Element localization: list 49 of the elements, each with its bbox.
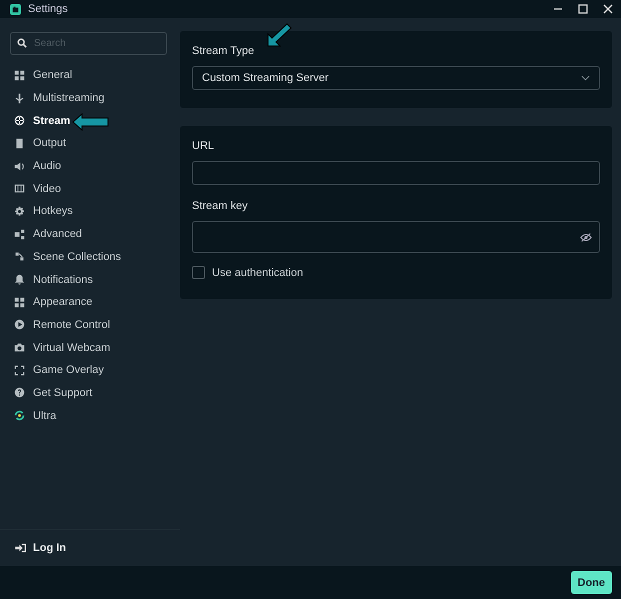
eye-slash-icon[interactable] bbox=[580, 233, 592, 242]
grid-icon bbox=[14, 70, 25, 81]
app-icon bbox=[10, 4, 21, 14]
sign-in-icon bbox=[15, 543, 27, 553]
globe-icon bbox=[14, 115, 25, 126]
sidebar-item[interactable]: Scene Collections bbox=[0, 246, 180, 268]
sidebar-item[interactable]: Multistreaming bbox=[0, 86, 180, 110]
film-icon bbox=[14, 183, 25, 194]
field-label: URL bbox=[192, 140, 216, 152]
checkbox[interactable] bbox=[192, 266, 205, 279]
field-label: Stream Type bbox=[192, 45, 256, 57]
maximize-icon[interactable] bbox=[578, 4, 588, 14]
sidebar-item[interactable]: Notifications bbox=[0, 268, 180, 291]
sidebar-item[interactable]: Remote Control bbox=[0, 314, 180, 336]
sidebar-item[interactable]: Video bbox=[0, 177, 180, 200]
question-icon bbox=[14, 387, 25, 398]
checkbox-label: Use authentication bbox=[212, 266, 304, 278]
sidebar-item[interactable]: Game Overlay bbox=[0, 358, 180, 382]
gear-icon bbox=[14, 206, 25, 217]
sidebar-item[interactable]: General bbox=[0, 64, 180, 87]
sidebar-item[interactable]: Stream bbox=[0, 109, 180, 132]
grid-icon bbox=[14, 296, 25, 308]
window-title: Settings bbox=[28, 3, 68, 15]
play-icon bbox=[14, 319, 25, 330]
annotation-arrow bbox=[72, 113, 110, 131]
field-label: Stream key bbox=[192, 200, 249, 212]
search-field[interactable]: Search bbox=[10, 32, 167, 55]
sidebar-item[interactable]: Ultra bbox=[0, 404, 180, 427]
bell-icon bbox=[14, 274, 25, 286]
stream-type-dropdown[interactable]: Custom Streaming Server bbox=[192, 66, 600, 90]
stream-key-field[interactable] bbox=[192, 221, 600, 253]
sidebar-item[interactable]: Virtual Webcam bbox=[0, 336, 180, 359]
sidebar-item[interactable]: Advanced bbox=[0, 222, 180, 246]
ring-icon bbox=[14, 410, 25, 422]
sidebar-item[interactable]: Get Support bbox=[0, 382, 180, 404]
sidebar-item[interactable]: Output bbox=[0, 132, 180, 155]
done-button[interactable]: Done bbox=[570, 571, 612, 594]
sidebar-item[interactable]: Appearance bbox=[0, 290, 180, 314]
login-link[interactable]: Log In bbox=[0, 542, 66, 554]
close-icon[interactable] bbox=[603, 4, 613, 14]
sidebar-item[interactable]: Audio bbox=[0, 154, 180, 178]
sidebar-item[interactable]: Hotkeys bbox=[0, 200, 180, 223]
corners-icon bbox=[14, 364, 25, 376]
camera-icon bbox=[14, 342, 25, 354]
chevron-down-icon bbox=[581, 75, 590, 81]
speaker-icon bbox=[14, 160, 25, 172]
checkbox-row[interactable]: Use authentication bbox=[192, 266, 304, 279]
search-icon bbox=[17, 38, 27, 48]
url-field[interactable] bbox=[192, 161, 600, 185]
